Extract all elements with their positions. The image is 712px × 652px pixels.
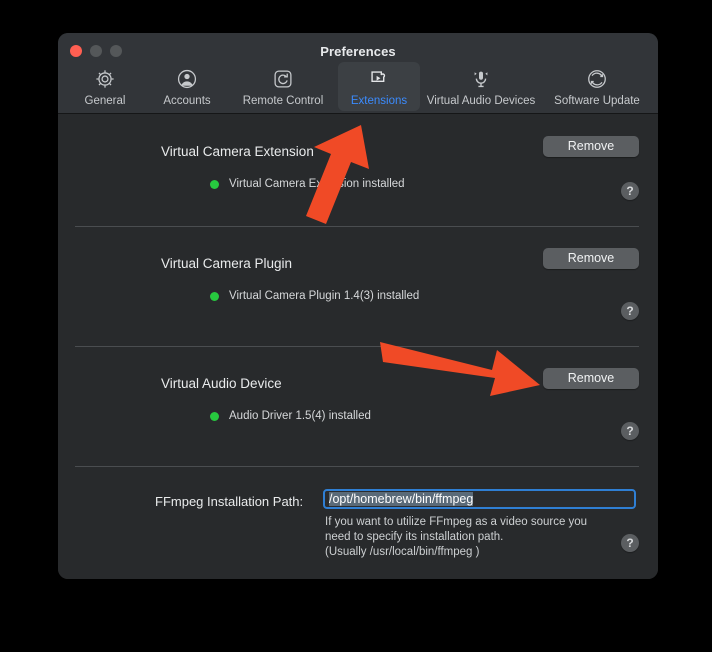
screenshot-root: Preferences General Accounts Remote Cont…	[0, 0, 712, 652]
status-dot-icon	[210, 291, 219, 301]
gear-icon	[94, 66, 116, 92]
status-dot-icon	[210, 179, 219, 189]
remove-button-virtual-camera-extension[interactable]: Remove	[543, 136, 639, 157]
remote-control-icon	[272, 66, 294, 92]
help-button-virtual-camera-extension[interactable]: ?	[621, 182, 639, 200]
ffmpeg-path-input[interactable]	[325, 491, 634, 507]
row-divider	[75, 466, 639, 467]
tab-software-update-label: Software Update	[554, 95, 640, 107]
row-title: Virtual Audio Device	[161, 376, 282, 391]
tab-general-label: General	[84, 95, 126, 107]
help-button-virtual-camera-plugin[interactable]: ?	[621, 302, 639, 320]
remove-button-virtual-audio-device[interactable]: Remove	[543, 368, 639, 389]
window-title: Preferences	[320, 44, 396, 59]
microphone-icon	[469, 66, 493, 92]
extension-row-virtual-camera-plugin: Virtual Camera Plugin Virtual Camera Plu…	[58, 226, 658, 346]
tab-extensions[interactable]: Extensions	[338, 62, 420, 111]
status-text: Virtual Camera Extension installed	[229, 178, 405, 190]
tab-remote-control-label: Remote Control	[242, 95, 324, 107]
row-divider	[75, 226, 639, 227]
preferences-window: Preferences General Accounts Remote Cont…	[58, 33, 658, 579]
tab-general[interactable]: General	[64, 62, 146, 111]
status-dot-icon	[210, 411, 219, 421]
ffmpeg-settings-row: FFmpeg Installation Path: If you want to…	[58, 466, 658, 579]
user-account-icon	[176, 66, 198, 92]
tab-software-update[interactable]: Software Update	[542, 62, 652, 111]
refresh-circle-icon	[586, 66, 608, 92]
tab-remote-control[interactable]: Remote Control	[228, 62, 338, 111]
help-button-virtual-audio-device[interactable]: ?	[621, 422, 639, 440]
row-title: Virtual Camera Extension	[161, 144, 314, 159]
extensions-pane: Virtual Camera Extension Virtual Camera …	[58, 114, 658, 579]
tab-virtual-audio-devices-label: Virtual Audio Devices	[426, 95, 536, 107]
extension-row-virtual-audio-device: Virtual Audio Device Audio Driver 1.5(4)…	[58, 346, 658, 466]
tab-accounts-label: Accounts	[163, 95, 211, 107]
row-status: Virtual Camera Plugin 1.4(3) installed	[210, 290, 419, 302]
row-title: Virtual Camera Plugin	[161, 256, 293, 271]
row-status: Virtual Camera Extension installed	[210, 178, 405, 190]
status-text: Virtual Camera Plugin 1.4(3) installed	[229, 290, 420, 302]
extension-row-virtual-camera-extension: Virtual Camera Extension Virtual Camera …	[58, 114, 658, 226]
status-text: Audio Driver 1.5(4) installed	[229, 410, 371, 422]
tab-accounts[interactable]: Accounts	[146, 62, 228, 111]
ffmpeg-path-label: FFmpeg Installation Path:	[155, 494, 304, 509]
puzzle-play-icon	[367, 66, 391, 92]
remove-button-virtual-camera-plugin[interactable]: Remove	[543, 248, 639, 269]
window-titlebar: Preferences General Accounts Remote Cont…	[58, 33, 658, 114]
preferences-tabbar: General Accounts Remote Control Extensio…	[58, 62, 658, 111]
ffmpeg-hint-text: If you want to utilize FFmpeg as a video…	[325, 516, 588, 558]
row-divider	[75, 346, 639, 347]
ffmpeg-path-field-wrapper[interactable]	[323, 489, 636, 509]
help-button-ffmpeg[interactable]: ?	[621, 534, 639, 552]
tab-extensions-label: Extensions	[350, 95, 408, 107]
tab-virtual-audio-devices[interactable]: Virtual Audio Devices	[420, 62, 542, 111]
row-status: Audio Driver 1.5(4) installed	[210, 410, 371, 422]
